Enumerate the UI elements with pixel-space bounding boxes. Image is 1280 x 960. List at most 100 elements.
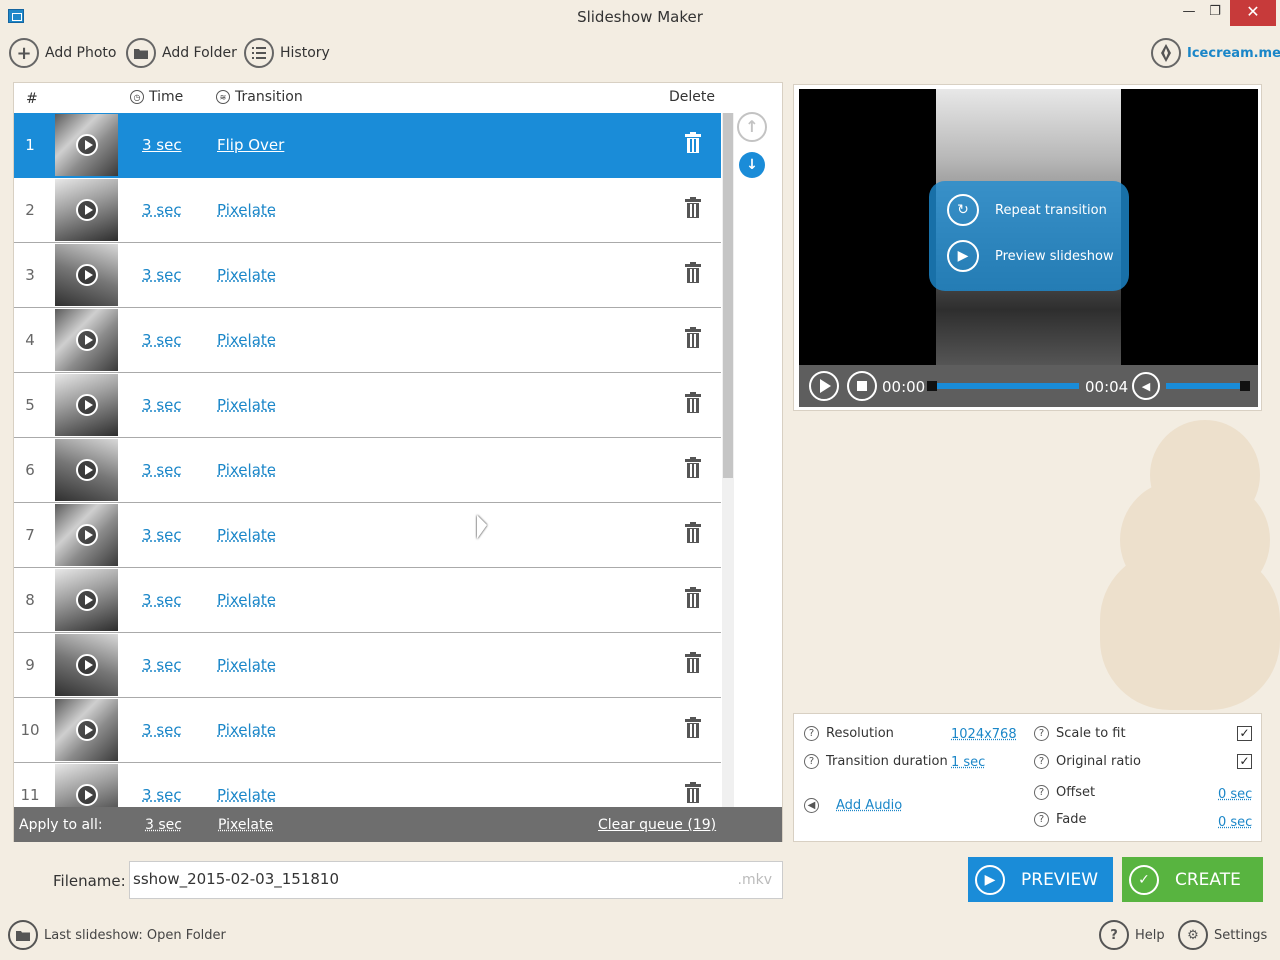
filename-input[interactable] xyxy=(133,870,723,888)
scroll-thumb[interactable] xyxy=(723,113,733,478)
photo-thumbnail[interactable] xyxy=(55,569,118,631)
queue-scrollbar[interactable] xyxy=(722,113,734,807)
play-icon[interactable] xyxy=(76,394,98,416)
play-icon[interactable] xyxy=(76,329,98,351)
header-transition[interactable]: ≋ Transition xyxy=(216,89,303,105)
play-icon[interactable] xyxy=(76,719,98,741)
trash-icon[interactable] xyxy=(685,459,701,479)
help-icon[interactable]: ? xyxy=(804,754,819,769)
help-icon[interactable]: ? xyxy=(1034,812,1049,827)
row-transition-link[interactable]: Pixelate xyxy=(217,591,276,609)
trash-icon[interactable] xyxy=(685,199,701,219)
photo-thumbnail[interactable] xyxy=(55,504,118,566)
preview-slideshow-button[interactable]: ▶ Preview slideshow xyxy=(947,240,1114,272)
row-transition-link[interactable]: Pixelate xyxy=(217,656,276,674)
trash-icon[interactable] xyxy=(685,654,701,674)
queue-row[interactable]: 4 3 sec Pixelate xyxy=(14,308,721,373)
add-folder-button[interactable]: Add Folder xyxy=(126,38,237,68)
help-icon[interactable]: ? xyxy=(804,726,819,741)
photo-thumbnail[interactable] xyxy=(55,699,118,761)
trash-icon[interactable] xyxy=(685,134,701,154)
close-button[interactable]: ✕ xyxy=(1230,0,1276,26)
photo-thumbnail[interactable] xyxy=(55,634,118,696)
photo-thumbnail[interactable] xyxy=(55,244,118,306)
row-time-link[interactable]: 3 sec xyxy=(142,266,182,284)
icecream-link[interactable]: Icecream.me xyxy=(1151,37,1280,69)
play-icon[interactable] xyxy=(76,524,98,546)
row-transition-link[interactable]: Pixelate xyxy=(217,396,276,414)
transition-duration-link[interactable]: 1 sec xyxy=(951,755,985,770)
row-transition-link[interactable]: Pixelate xyxy=(217,266,276,284)
row-time-link[interactable]: 3 sec xyxy=(142,591,182,609)
queue-row[interactable]: 6 3 sec Pixelate xyxy=(14,438,721,503)
queue-row[interactable]: 8 3 sec Pixelate xyxy=(14,568,721,633)
play-icon[interactable] xyxy=(76,784,98,806)
row-time-link[interactable]: 3 sec xyxy=(142,526,182,544)
row-time-link[interactable]: 3 sec xyxy=(142,331,182,349)
help-icon[interactable]: ? xyxy=(1034,754,1049,769)
filename-field[interactable]: .mkv xyxy=(129,861,783,899)
play-icon[interactable] xyxy=(76,654,98,676)
offset-link[interactable]: 0 sec xyxy=(1218,787,1252,802)
queue-row[interactable]: 11 3 sec Pixelate xyxy=(14,763,721,807)
photo-thumbnail[interactable] xyxy=(55,374,118,436)
row-time-link[interactable]: 3 sec xyxy=(142,786,182,804)
move-up-button[interactable]: ↑ xyxy=(737,112,767,142)
trash-icon[interactable] xyxy=(685,719,701,739)
fade-link[interactable]: 0 sec xyxy=(1218,815,1252,830)
video-area[interactable]: ↻ Repeat transition ▶ Preview slideshow xyxy=(799,89,1258,365)
photo-thumbnail[interactable] xyxy=(55,764,118,807)
play-icon[interactable] xyxy=(76,264,98,286)
seek-bar[interactable] xyxy=(927,383,1079,389)
queue-row[interactable]: 3 3 sec Pixelate xyxy=(14,243,721,308)
row-transition-link[interactable]: Flip Over xyxy=(217,136,284,154)
play-button[interactable] xyxy=(809,371,839,401)
row-time-link[interactable]: 3 sec xyxy=(142,136,182,154)
row-transition-link[interactable]: Pixelate xyxy=(217,201,276,219)
row-transition-link[interactable]: Pixelate xyxy=(217,461,276,479)
queue-row[interactable]: 10 3 sec Pixelate xyxy=(14,698,721,763)
help-button[interactable]: ? Help xyxy=(1099,920,1165,950)
queue-row[interactable]: 9 3 sec Pixelate xyxy=(14,633,721,698)
photo-thumbnail[interactable] xyxy=(55,309,118,371)
row-transition-link[interactable]: Pixelate xyxy=(217,526,276,544)
photo-thumbnail[interactable] xyxy=(55,179,118,241)
preview-button[interactable]: ▶ PREVIEW xyxy=(968,857,1113,902)
create-button[interactable]: ✓ CREATE xyxy=(1122,857,1263,902)
trash-icon[interactable] xyxy=(685,394,701,414)
clear-queue-link[interactable]: Clear queue (19) xyxy=(598,817,716,833)
trash-icon[interactable] xyxy=(685,264,701,284)
trash-icon[interactable] xyxy=(685,524,701,544)
add-photo-button[interactable]: + Add Photo xyxy=(9,38,117,68)
original-ratio-checkbox[interactable]: ✓ xyxy=(1237,754,1252,769)
play-icon[interactable] xyxy=(76,589,98,611)
row-transition-link[interactable]: Pixelate xyxy=(217,721,276,739)
row-time-link[interactable]: 3 sec xyxy=(142,396,182,414)
volume-icon[interactable]: ◀ xyxy=(1132,372,1160,400)
add-audio-button[interactable]: ◀ Add Audio xyxy=(804,798,902,813)
stop-button[interactable] xyxy=(847,371,877,401)
move-down-button[interactable]: ↓ xyxy=(739,152,765,178)
row-time-link[interactable]: 3 sec xyxy=(142,721,182,739)
apply-time-link[interactable]: 3 sec xyxy=(145,817,182,833)
row-time-link[interactable]: 3 sec xyxy=(142,656,182,674)
play-icon[interactable] xyxy=(76,459,98,481)
play-icon[interactable] xyxy=(76,199,98,221)
row-time-link[interactable]: 3 sec xyxy=(142,201,182,219)
resolution-link[interactable]: 1024x768 xyxy=(951,727,1017,742)
photo-thumbnail[interactable] xyxy=(55,114,118,176)
trash-icon[interactable] xyxy=(685,784,701,804)
queue-list[interactable]: 1 3 sec Flip Over 2 3 sec Pixelate 3 3 sec Pixel… xyxy=(14,113,721,807)
help-icon[interactable]: ? xyxy=(1034,785,1049,800)
row-time-link[interactable]: 3 sec xyxy=(142,461,182,479)
trash-icon[interactable] xyxy=(685,329,701,349)
play-icon[interactable] xyxy=(76,134,98,156)
row-transition-link[interactable]: Pixelate xyxy=(217,786,276,804)
queue-row[interactable]: 2 3 sec Pixelate xyxy=(14,178,721,243)
history-button[interactable]: History xyxy=(244,38,330,68)
scale-to-fit-checkbox[interactable]: ✓ xyxy=(1237,726,1252,741)
repeat-transition-button[interactable]: ↻ Repeat transition xyxy=(947,194,1107,226)
photo-thumbnail[interactable] xyxy=(55,439,118,501)
queue-row[interactable]: 5 3 sec Pixelate xyxy=(14,373,721,438)
maximize-button[interactable]: ❐ xyxy=(1199,0,1231,26)
